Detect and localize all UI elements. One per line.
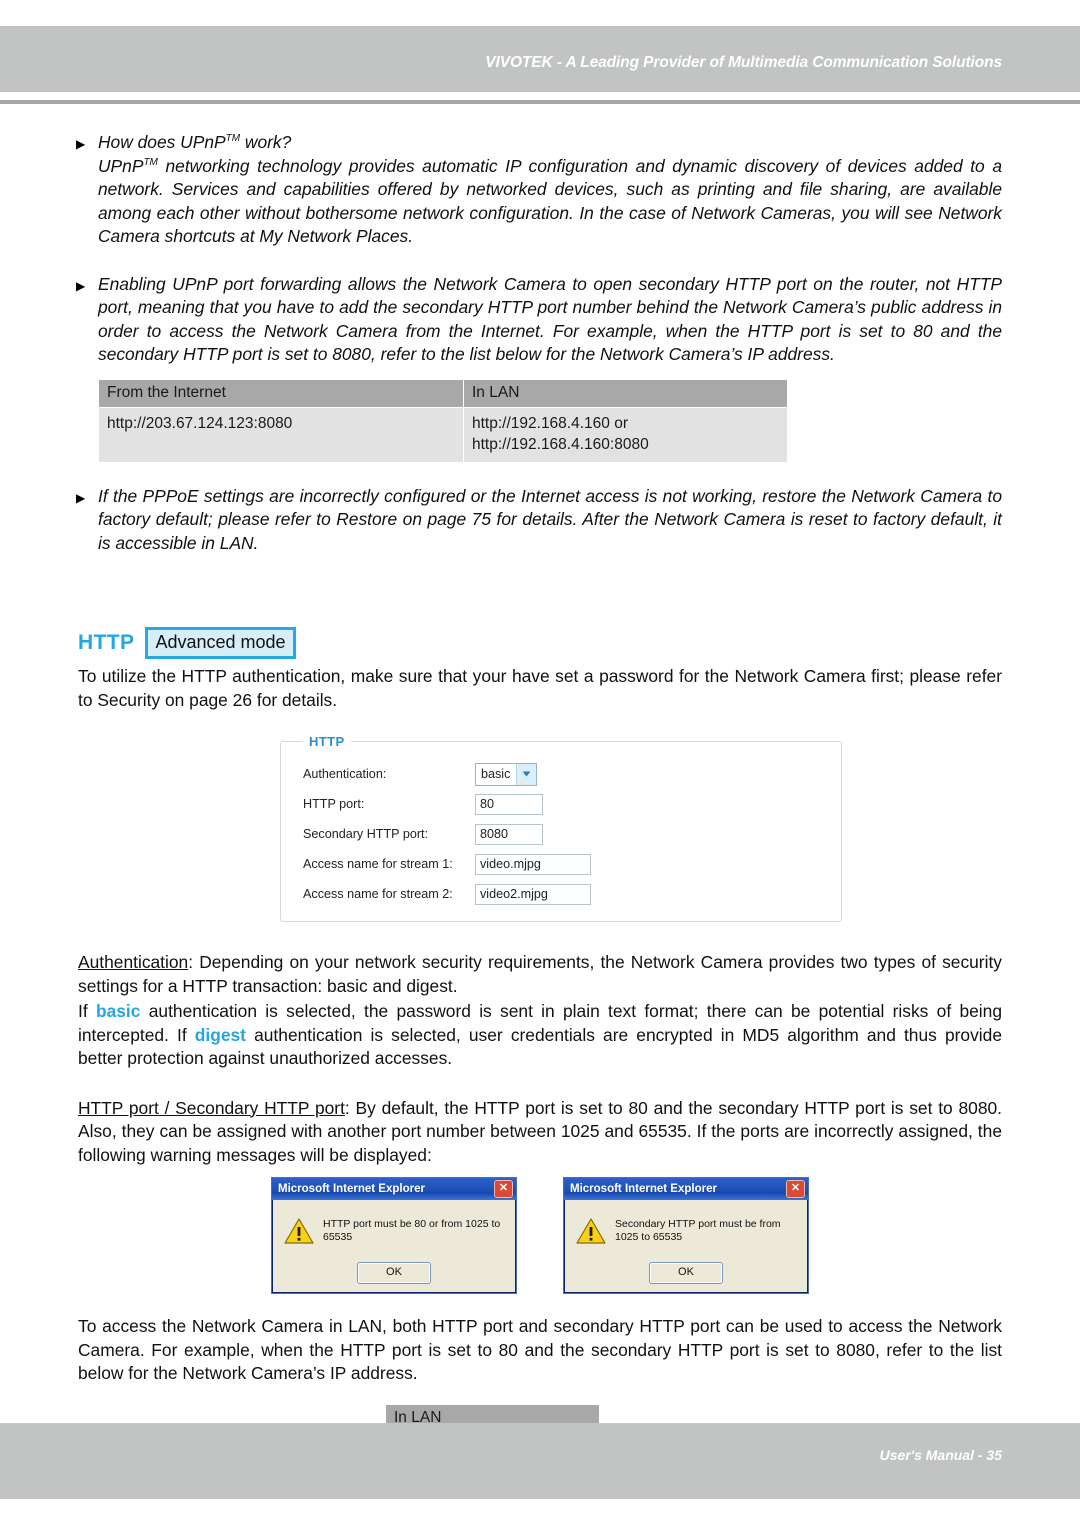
port-paragraph: HTTP port / Secondary HTTP port: By defa… bbox=[78, 1097, 1002, 1168]
label-authentication: Authentication: bbox=[303, 767, 387, 781]
bullet-upnp-title: ▶ How does UPnPTM work? bbox=[76, 131, 1002, 155]
secondary-http-port-input[interactable]: 8080 bbox=[475, 823, 543, 845]
label-secondary-http-port: Secondary HTTP port: bbox=[303, 827, 429, 841]
http-settings-panel: HTTP Authentication: basic HTTP port: 80… bbox=[280, 734, 842, 922]
http-port-input[interactable]: 80 bbox=[475, 793, 543, 815]
header-banner-text: VIVOTEK - A Leading Provider of Multimed… bbox=[485, 54, 1002, 71]
authentication-paragraph: Authentication: Depending on your networ… bbox=[78, 951, 1002, 998]
access-name-stream-2-input[interactable]: video2.mjpg bbox=[475, 883, 591, 905]
bullet-pppoe-text: If the PPPoE settings are incorrectly co… bbox=[98, 485, 1002, 553]
http-settings-panel-wrap: HTTP Authentication: basic HTTP port: 80… bbox=[280, 734, 842, 922]
dialog-footer: OK bbox=[272, 1255, 516, 1293]
advanced-mode-badge: Advanced mode bbox=[145, 627, 296, 659]
warning-dialogs: Microsoft Internet Explorer ✕ HTTP port … bbox=[0, 1177, 1080, 1294]
page-header: VIVOTEK - A Leading Provider of Multimed… bbox=[0, 26, 1080, 92]
cell-lan-address: http://192.168.4.160 or http://192.168.4… bbox=[463, 406, 788, 463]
dialog-body: HTTP port must be 80 or from 1025 to 655… bbox=[272, 1200, 516, 1255]
dialog-title: Microsoft Internet Explorer bbox=[570, 1183, 717, 1195]
dialog-body: Secondary HTTP port must be from 1025 to… bbox=[564, 1200, 808, 1255]
lan-access-paragraph: To access the Network Camera in LAN, bot… bbox=[78, 1316, 1002, 1383]
upnp-address-table: From the Internet In LAN http://203.67.1… bbox=[98, 378, 788, 463]
keyword-basic: basic bbox=[95, 1001, 141, 1021]
header-rule bbox=[0, 100, 1080, 104]
page-content: ▶ How does UPnPTM work? UPnPTM networkin… bbox=[0, 105, 1080, 1488]
access-name-stream-1-input[interactable]: video.mjpg bbox=[475, 853, 591, 875]
authentication-term: Authentication bbox=[78, 952, 189, 972]
authentication-part1: : Depending on your network security req… bbox=[78, 952, 1002, 996]
auth-line2-a: If bbox=[78, 1001, 96, 1021]
port-term: HTTP port / Secondary HTTP port bbox=[78, 1097, 345, 1118]
ok-button[interactable]: OK bbox=[357, 1262, 431, 1284]
bullet-upnp-body-pre: UPnP bbox=[98, 155, 144, 176]
dialog-message: HTTP port must be 80 or from 1025 to 655… bbox=[323, 1218, 501, 1243]
bullet-arrow-icon: ▶ bbox=[76, 137, 86, 151]
cell-internet-address: http://203.67.124.123:8080 bbox=[98, 406, 464, 463]
bullet-port-forwarding-text: Enabling UPnP port forwarding allows the… bbox=[98, 273, 1002, 365]
chevron-down-icon[interactable] bbox=[516, 763, 537, 785]
warning-icon bbox=[284, 1217, 314, 1245]
http-section-intro: To utilize the HTTP authentication, make… bbox=[78, 666, 1002, 710]
dialog-http-port-warning: Microsoft Internet Explorer ✕ HTTP port … bbox=[271, 1177, 517, 1294]
column-header-in-lan: In LAN bbox=[463, 378, 788, 408]
bullet-arrow-icon: ▶ bbox=[76, 490, 86, 505]
bullet-pppoe: ▶ If the PPPoE settings are incorrectly … bbox=[76, 485, 1002, 556]
trademark-superscript: TM bbox=[225, 133, 241, 145]
close-icon[interactable]: ✕ bbox=[786, 1180, 805, 1198]
form-row-http-port: HTTP port: 80 bbox=[281, 789, 841, 819]
ok-button[interactable]: OK bbox=[649, 1262, 723, 1284]
form-row-access-name-stream-2: Access name for stream 2: video2.mjpg bbox=[281, 879, 841, 909]
trademark-superscript: TM bbox=[143, 156, 158, 168]
table-header-row: From the Internet In LAN bbox=[98, 378, 788, 408]
table-row: http://203.67.124.123:8080 http://192.16… bbox=[98, 406, 788, 463]
cell-lan-address-line1: http://192.168.4.160 or bbox=[472, 414, 628, 432]
http-panel-legend: HTTP bbox=[309, 734, 345, 749]
bullet-upnp-body: UPnPTM networking technology provides au… bbox=[98, 155, 1002, 249]
keyword-digest: digest bbox=[194, 1024, 246, 1045]
label-access-name-stream-2: Access name for stream 2: bbox=[303, 887, 453, 901]
dialog-footer: OK bbox=[564, 1255, 808, 1293]
bullet-upnp-body-post: networking technology provides automatic… bbox=[98, 155, 1002, 247]
authentication-select-value: basic bbox=[481, 766, 511, 781]
page-footer: User's Manual - 35 bbox=[0, 1423, 1080, 1499]
warning-icon bbox=[576, 1217, 606, 1245]
dialog-titlebar: Microsoft Internet Explorer ✕ bbox=[564, 1178, 808, 1200]
dialog-secondary-http-port-warning: Microsoft Internet Explorer ✕ Secondary … bbox=[563, 1177, 809, 1294]
dialog-message: Secondary HTTP port must be from 1025 to… bbox=[615, 1218, 781, 1243]
dialog-title: Microsoft Internet Explorer bbox=[278, 1183, 425, 1195]
section-title-http: HTTP bbox=[78, 631, 135, 654]
bullet-upnp-title-pre: How does UPnP bbox=[98, 132, 226, 152]
form-row-authentication: Authentication: basic bbox=[281, 759, 841, 789]
cell-lan-address-line2: http://192.168.4.160:8080 bbox=[472, 435, 649, 453]
label-access-name-stream-1: Access name for stream 1: bbox=[303, 857, 453, 871]
form-row-secondary-http-port: Secondary HTTP port: 8080 bbox=[281, 819, 841, 849]
close-icon[interactable]: ✕ bbox=[494, 1180, 513, 1198]
bullet-upnp-title-post: work? bbox=[240, 132, 292, 152]
http-section-heading: HTTP Advanced mode bbox=[78, 627, 1080, 659]
footer-manual-label: User's Manual - 35 bbox=[879, 1447, 1002, 1463]
column-header-from-internet: From the Internet bbox=[98, 378, 464, 408]
dialog-titlebar: Microsoft Internet Explorer ✕ bbox=[272, 1178, 516, 1200]
label-http-port: HTTP port: bbox=[303, 797, 365, 811]
bullet-port-forwarding: ▶ Enabling UPnP port forwarding allows t… bbox=[76, 273, 1002, 367]
bullet-arrow-icon: ▶ bbox=[76, 278, 86, 293]
form-row-access-name-stream-1: Access name for stream 1: video.mjpg bbox=[281, 849, 841, 879]
authentication-select[interactable]: basic bbox=[475, 762, 538, 786]
authentication-paragraph-2: If basic authentication is selected, the… bbox=[78, 1000, 1002, 1071]
